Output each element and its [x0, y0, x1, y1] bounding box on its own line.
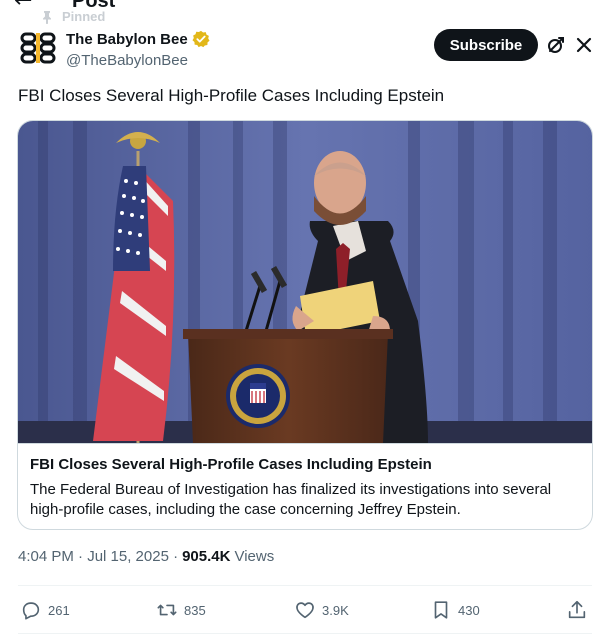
link-card-title: FBI Closes Several High-Profile Cases In…	[30, 456, 432, 473]
bookmark-button[interactable]: 430	[430, 596, 480, 624]
repost-count: 835	[184, 602, 206, 618]
views-label: Views	[234, 548, 275, 565]
bookmark-icon	[434, 601, 448, 619]
press-conference-photo	[18, 121, 592, 443]
share-icon	[568, 600, 586, 619]
pinned-label: Pinned	[62, 9, 106, 24]
share-button[interactable]	[566, 596, 588, 624]
reply-count: 261	[48, 602, 70, 618]
display-name[interactable]: The Babylon Bee	[66, 30, 210, 48]
link-card-description: The Federal Bureau of Investigation has …	[30, 481, 552, 518]
reply-icon	[22, 602, 40, 620]
link-card[interactable]: FBI Closes Several High-Profile Cases In…	[17, 120, 593, 530]
heart-icon	[296, 602, 314, 619]
subscribe-button[interactable]: Subscribe	[434, 29, 538, 61]
babylon-bee-logo-icon	[20, 32, 56, 64]
avatar[interactable]	[18, 28, 58, 68]
views-count: 905.4K	[182, 548, 231, 565]
display-name-text: The Babylon Bee	[66, 30, 188, 48]
bookmark-count: 430	[458, 602, 480, 618]
repost-button[interactable]: 835	[156, 596, 206, 624]
pin-icon	[43, 10, 51, 24]
verified-badge-icon[interactable]	[192, 30, 210, 48]
more-options-icon[interactable]	[574, 32, 594, 56]
author-row: The Babylon Bee @TheBabylonBee Subscribe	[18, 28, 594, 72]
repost-icon	[157, 604, 177, 616]
like-count: 3.9K	[322, 602, 349, 618]
grok-icon[interactable]	[546, 35, 566, 55]
post-text: FBI Closes Several High-Profile Cases In…	[18, 86, 445, 105]
action-bar: 261 835 3.9K 430	[18, 596, 592, 624]
post-meta: 4:04 PM · Jul 15, 2025 · 905.4K Views	[18, 548, 274, 565]
divider	[18, 585, 592, 586]
header-strip: ← Post Pinned	[0, 0, 608, 26]
back-arrow-icon[interactable]: ←	[14, 0, 32, 13]
reply-button[interactable]: 261	[20, 596, 70, 624]
link-card-body: FBI Closes Several High-Profile Cases In…	[18, 443, 592, 529]
pinned-indicator: Pinned	[40, 9, 105, 24]
like-button[interactable]: 3.9K	[294, 596, 349, 624]
handle[interactable]: @TheBabylonBee	[66, 52, 210, 69]
name-block: The Babylon Bee @TheBabylonBee	[66, 30, 210, 69]
post-timestamp[interactable]: 4:04 PM · Jul 15, 2025 ·	[18, 548, 178, 565]
